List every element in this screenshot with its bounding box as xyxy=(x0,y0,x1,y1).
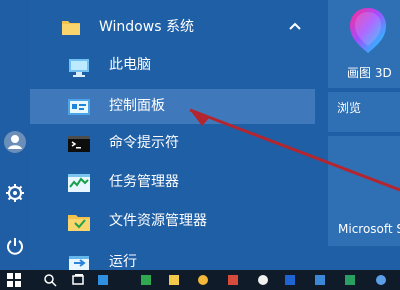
app-icon xyxy=(228,275,238,285)
settings-button[interactable] xyxy=(0,176,30,210)
taskbar-app-7[interactable] xyxy=(282,270,298,290)
taskbar-app-8[interactable] xyxy=(312,270,328,290)
app-icon xyxy=(285,275,295,285)
app-icon xyxy=(345,275,355,285)
task-view-button[interactable] xyxy=(68,270,88,290)
control-panel-icon xyxy=(68,99,90,115)
windows-start-icon xyxy=(7,273,21,287)
taskbar-app-1[interactable] xyxy=(95,270,111,290)
app-icon xyxy=(198,275,208,285)
taskbar-app-4[interactable] xyxy=(195,270,211,290)
browse-tile[interactable]: 浏览 xyxy=(328,92,400,132)
this-pc-icon xyxy=(69,59,89,77)
task-manager-icon xyxy=(68,174,90,192)
app-icon xyxy=(141,275,151,285)
start-tiles-area: 画图 3D 浏览 Microsoft Sto xyxy=(320,0,400,270)
start-item-label: 文件资源管理器 xyxy=(109,213,207,229)
start-item-label: 任务管理器 xyxy=(109,174,179,190)
start-item-command-prompt[interactable]: 命令提示符 xyxy=(30,126,315,161)
start-item-label: 命令提示符 xyxy=(109,135,179,151)
task-view-icon xyxy=(72,274,84,285)
paint-3d-icon xyxy=(350,8,386,53)
taskbar-app-10[interactable] xyxy=(373,270,389,290)
taskbar-app-3[interactable] xyxy=(166,270,182,290)
folder-label: Windows 系统 xyxy=(99,19,194,35)
search-button[interactable] xyxy=(40,270,60,290)
chevron-up-icon xyxy=(289,22,301,30)
paint-3d-label: 画图 3D xyxy=(347,66,392,80)
app-icon xyxy=(258,275,268,285)
taskbar-app-5[interactable] xyxy=(225,270,241,290)
paint-3d-tile[interactable]: 画图 3D xyxy=(328,0,400,88)
microsoft-store-tile[interactable]: Microsoft Sto xyxy=(328,136,400,246)
app-icon xyxy=(169,275,179,285)
start-item-label: 控制面板 xyxy=(109,98,165,114)
start-item-task-manager[interactable]: 任务管理器 xyxy=(30,165,315,200)
app-icon xyxy=(98,275,108,285)
search-icon xyxy=(44,274,57,287)
taskbar xyxy=(0,270,400,290)
taskbar-app-6[interactable] xyxy=(255,270,271,290)
app-icon xyxy=(315,275,325,285)
microsoft-store-label: Microsoft Sto xyxy=(338,222,400,236)
start-button[interactable] xyxy=(0,270,28,290)
power-button[interactable] xyxy=(0,229,30,263)
start-item-control-panel[interactable]: 控制面板 xyxy=(30,89,315,124)
windows-system-folder[interactable]: Windows 系统 xyxy=(30,10,315,44)
command-prompt-icon xyxy=(68,136,90,152)
start-item-this-pc[interactable]: 此电脑 xyxy=(30,48,315,83)
start-item-file-explorer[interactable]: 文件资源管理器 xyxy=(30,204,315,239)
user-avatar-icon xyxy=(4,131,26,153)
start-left-rail xyxy=(0,0,30,270)
browse-label: 浏览 xyxy=(337,101,362,115)
file-explorer-icon xyxy=(68,215,90,231)
start-item-label: 此电脑 xyxy=(109,57,151,73)
settings-icon xyxy=(6,184,24,202)
power-icon xyxy=(7,238,23,255)
user-account-button[interactable] xyxy=(0,125,30,159)
taskbar-app-9[interactable] xyxy=(342,270,358,290)
taskbar-app-2[interactable] xyxy=(138,270,154,290)
start-item-label: 运行 xyxy=(109,254,137,270)
folder-icon xyxy=(62,21,80,35)
app-icon xyxy=(376,275,386,285)
